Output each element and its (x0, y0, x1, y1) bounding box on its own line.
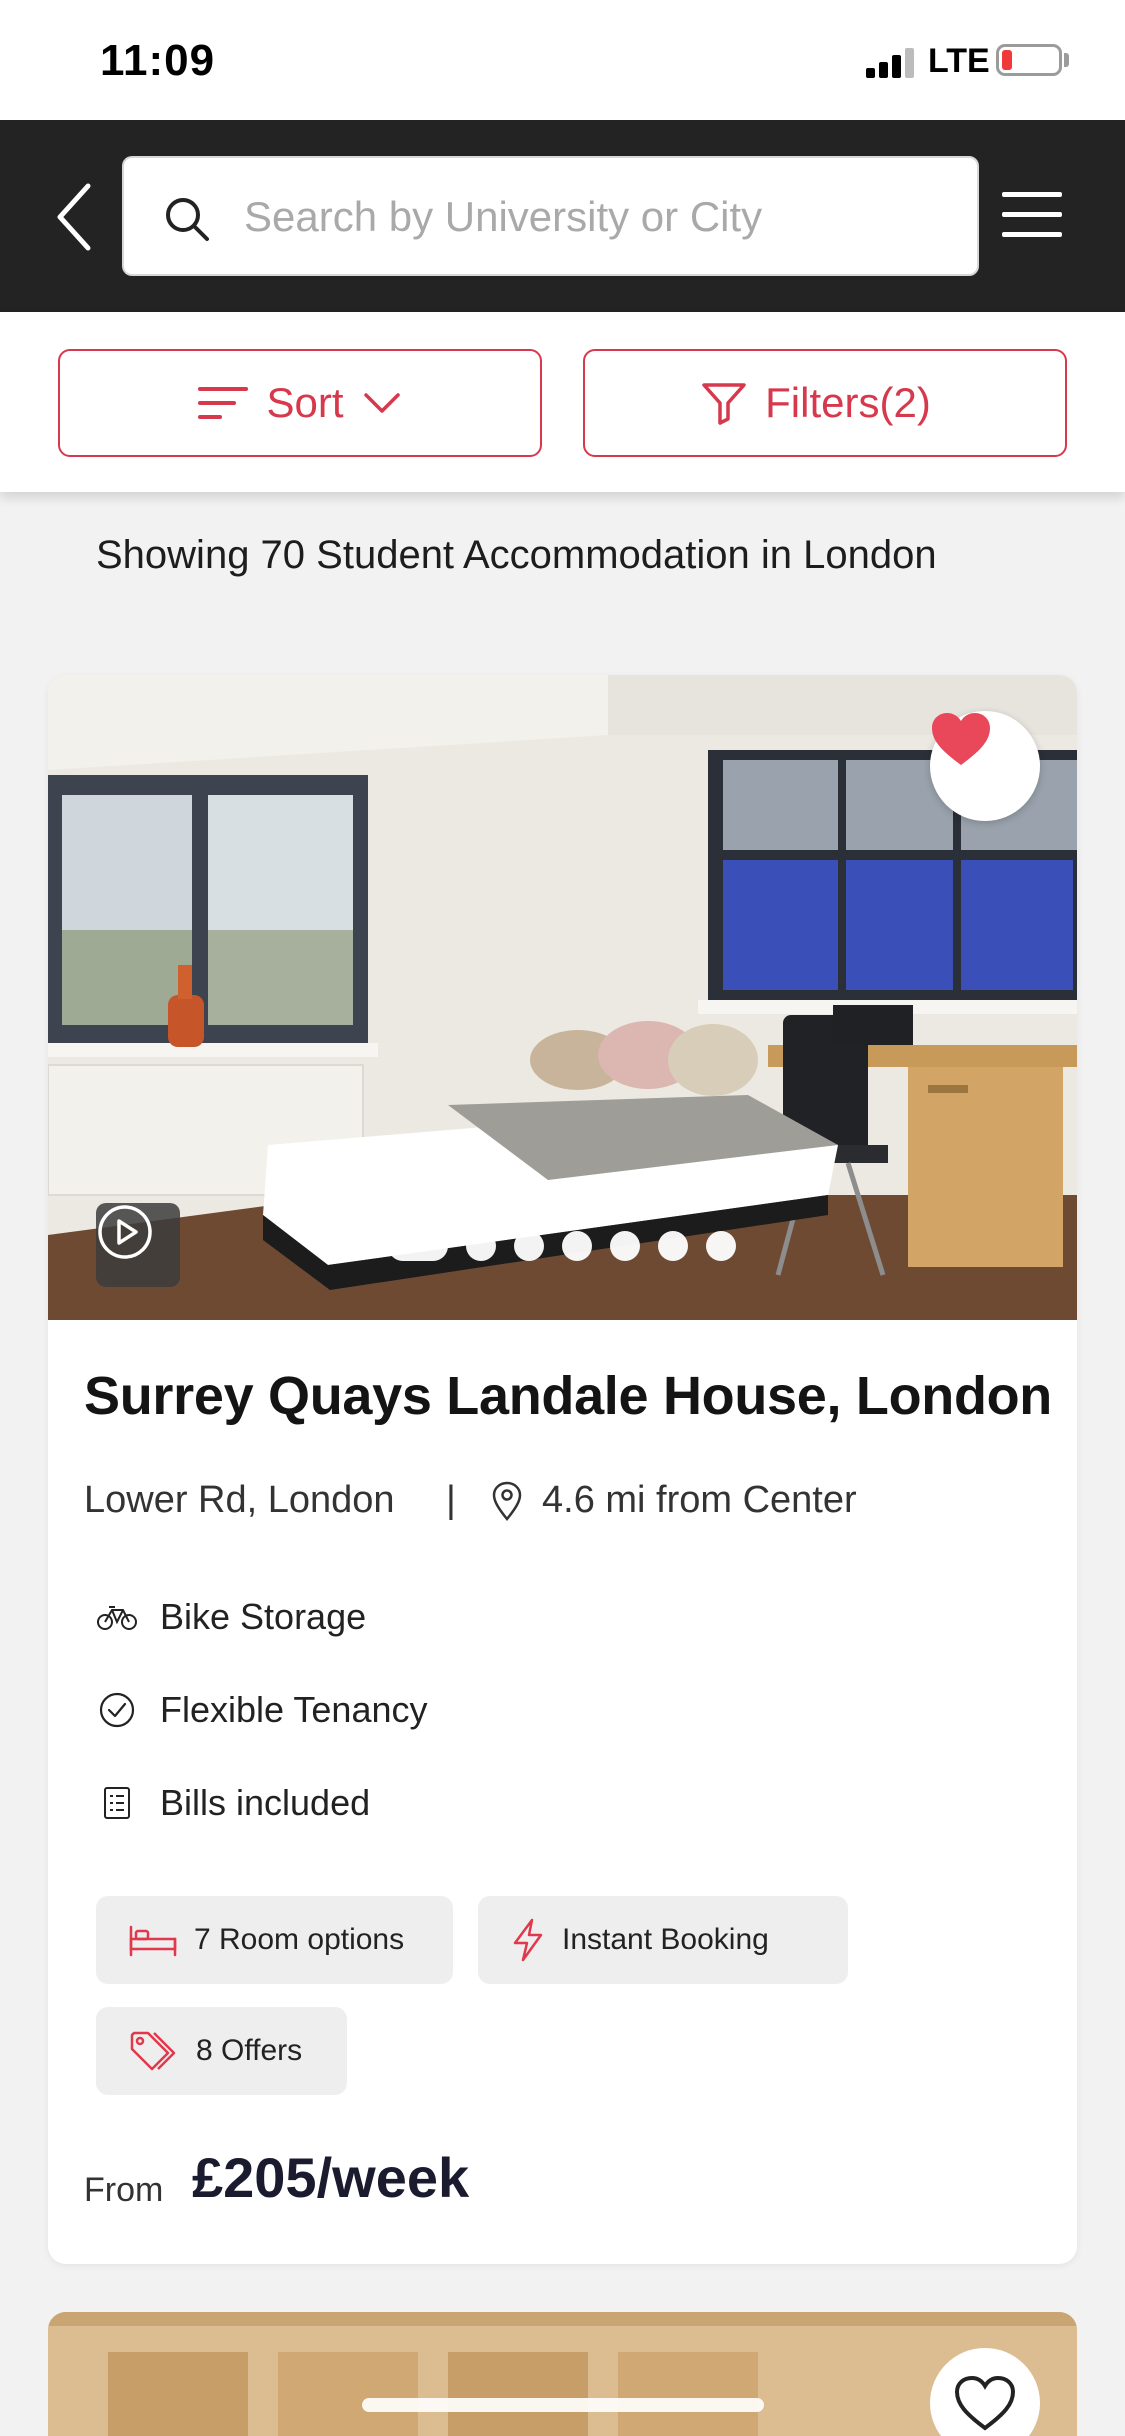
listing-card[interactable]: Surrey Quays Landale House, London Lower… (48, 675, 1077, 2264)
listing-distance: 4.6 mi from Center (542, 1479, 857, 1521)
sort-label: Sort (266, 379, 344, 426)
filters-label: Filters(2) (765, 379, 931, 426)
carousel-dot[interactable] (706, 1231, 736, 1261)
battery-icon (996, 44, 1062, 76)
search-input[interactable] (244, 180, 944, 254)
carousel-dot[interactable] (514, 1231, 544, 1261)
signal-icon (866, 46, 916, 78)
bike-icon (96, 1596, 138, 1638)
carousel-dot[interactable] (562, 1231, 592, 1261)
next-listing-card[interactable] (48, 2312, 1077, 2436)
carousel-dot[interactable] (610, 1231, 640, 1261)
chevron-down-icon (363, 393, 400, 413)
carousel-dot[interactable] (466, 1231, 496, 1261)
chip-label: 8 Offers (196, 2034, 303, 2067)
feature-bills-included: Bills included (96, 1778, 370, 1828)
price-prefix: From (84, 2171, 164, 2209)
offers-chip[interactable]: 8 Offers (96, 2007, 347, 2095)
address-separator: | (446, 1479, 456, 1521)
room-options-chip[interactable]: 7 Room options (96, 1896, 453, 1984)
sort-icon (198, 387, 249, 419)
sort-filter-toolbar: Sort Filters(2) (0, 312, 1125, 492)
instant-booking-chip[interactable]: Instant Booking (478, 1896, 848, 1984)
back-button[interactable] (52, 180, 102, 254)
status-bar: 11:09 LTE (0, 0, 1125, 120)
bill-icon (96, 1782, 138, 1824)
lightning-icon (510, 1918, 546, 1962)
listing-address: Lower Rd, London (84, 1479, 395, 1521)
listing-price: £205/week (192, 2146, 470, 2209)
chip-label: Instant Booking (562, 1923, 769, 1956)
menu-button[interactable] (1002, 192, 1062, 240)
search-icon (166, 198, 209, 241)
header-bar (0, 120, 1125, 312)
carousel-indicator (388, 1230, 754, 1262)
network-type: LTE (928, 42, 990, 80)
feature-flexible-tenancy: Flexible Tenancy (96, 1685, 428, 1735)
sort-button[interactable]: Sort (58, 349, 542, 457)
feature-label: Bike Storage (160, 1596, 367, 1637)
favorite-button[interactable] (930, 711, 1040, 821)
carousel-dot-active[interactable] (388, 1231, 448, 1261)
filter-icon (702, 383, 746, 425)
filters-button[interactable]: Filters(2) (583, 349, 1067, 457)
results-count-text: Showing 70 Student Accommodation in Lond… (96, 533, 937, 577)
status-time: 11:09 (100, 36, 216, 85)
chip-label: 7 Room options (194, 1923, 405, 1956)
video-tour-button[interactable] (96, 1203, 180, 1287)
carousel-dot[interactable] (658, 1231, 688, 1261)
check-circle-icon (96, 1689, 138, 1731)
listing-title[interactable]: Surrey Quays Landale House, London (84, 1365, 1052, 1427)
search-box[interactable] (122, 156, 979, 276)
heart-outline-icon (954, 2375, 1016, 2431)
heart-filled-icon (932, 713, 990, 765)
tag-icon (128, 2029, 180, 2073)
next-listing-photo (48, 2312, 1077, 2436)
listing-photo[interactable] (48, 675, 1077, 1320)
feature-bike-storage: Bike Storage (96, 1592, 366, 1642)
location-pin-icon (492, 1481, 522, 1521)
bed-icon (128, 1923, 178, 1957)
room-photo-illustration (48, 675, 1077, 1320)
home-indicator (362, 2398, 764, 2412)
feature-label: Flexible Tenancy (160, 1689, 428, 1730)
play-circle-icon (98, 1205, 152, 1259)
chevron-left-icon (57, 183, 91, 251)
feature-label: Bills included (160, 1782, 371, 1823)
